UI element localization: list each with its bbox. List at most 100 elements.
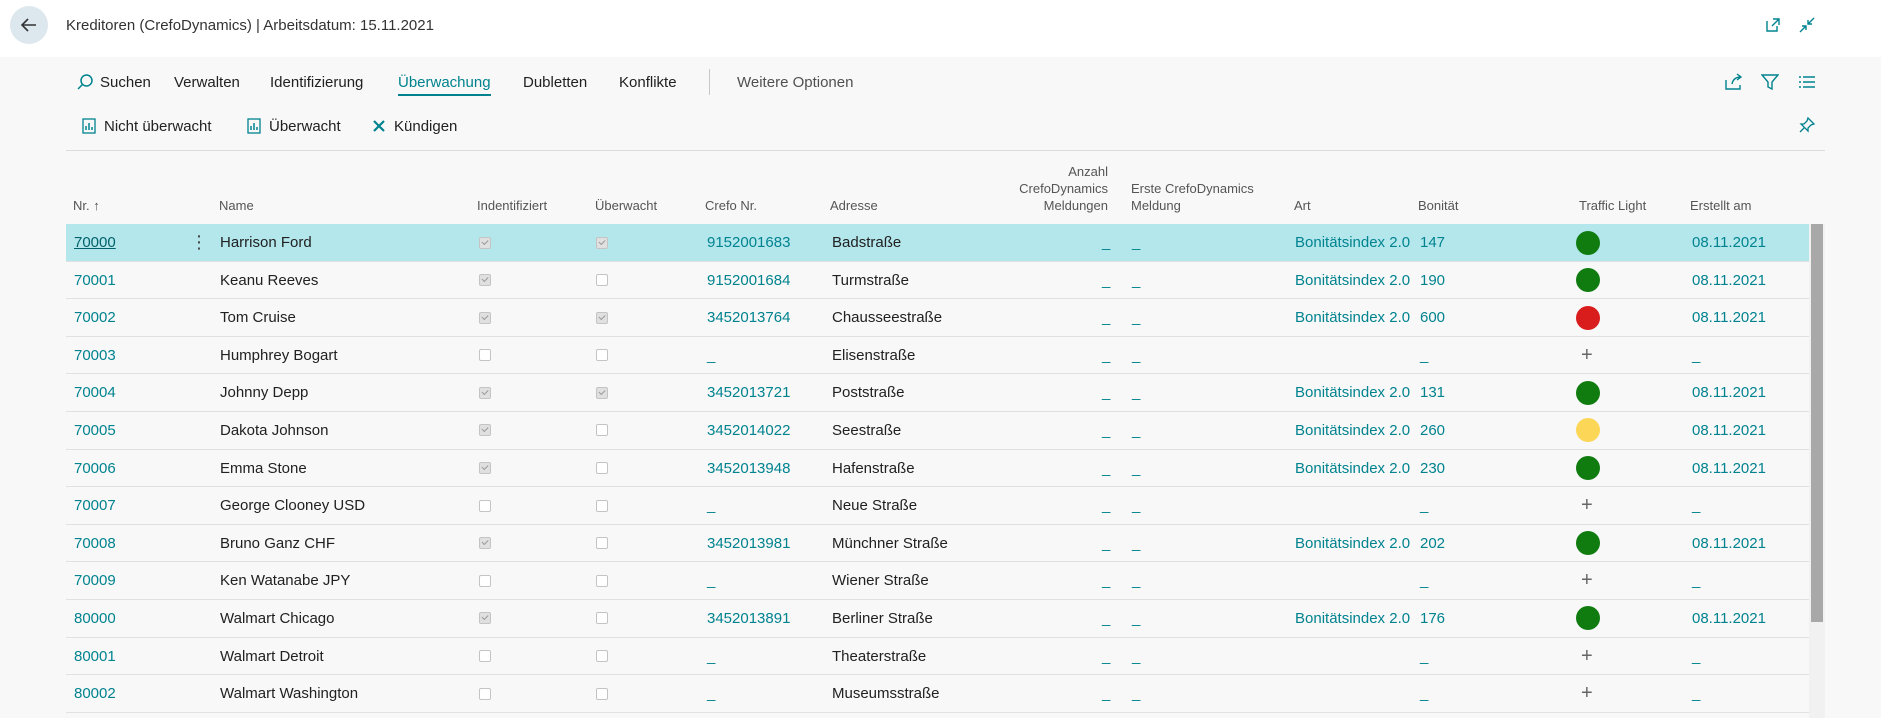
checkbox[interactable] <box>596 424 608 437</box>
checkbox[interactable] <box>596 537 608 550</box>
message-count-link[interactable]: _ <box>1102 562 1110 599</box>
first-message-link[interactable]: _ <box>1132 337 1140 374</box>
plus-icon[interactable]: + <box>1581 682 1593 705</box>
crefo-nr-link[interactable]: 3452013721 <box>707 374 790 411</box>
rating-type-link[interactable]: Bonitätsindex 2.0 <box>1295 374 1410 411</box>
first-message-link[interactable]: _ <box>1132 525 1140 562</box>
identified-checkbox[interactable] <box>479 450 491 487</box>
crefo-nr-link[interactable]: 9152001683 <box>707 224 790 261</box>
checkbox[interactable] <box>479 462 491 475</box>
first-message-link[interactable]: _ <box>1132 562 1140 599</box>
crefo-nr-link[interactable]: _ <box>707 675 715 712</box>
vendor-nr-link[interactable]: 70009 <box>74 562 116 599</box>
identified-checkbox[interactable] <box>479 675 491 712</box>
traffic-light[interactable]: + <box>1581 638 1593 675</box>
rating-type-link[interactable]: Bonitätsindex 2.0 <box>1295 412 1410 449</box>
first-message-link[interactable]: _ <box>1132 600 1140 637</box>
vendor-nr-link[interactable]: 70003 <box>74 337 116 374</box>
checkbox[interactable] <box>479 499 491 512</box>
first-message-link[interactable]: _ <box>1132 487 1140 524</box>
rating-link[interactable]: _ <box>1420 337 1428 374</box>
table-row[interactable]: 80001 Walmart Detroit _ Theaterstraße _ _ _ + _ <box>66 638 1809 676</box>
table-row[interactable]: 70002 Tom Cruise 3452013764 Chausseestraße _… <box>66 299 1809 337</box>
vendor-nr-link[interactable]: 70004 <box>74 374 116 411</box>
monitored-checkbox[interactable] <box>596 412 608 449</box>
message-count-link[interactable]: _ <box>1102 299 1110 336</box>
vendor-nr-link[interactable]: 80001 <box>74 638 116 675</box>
message-count-link[interactable]: _ <box>1102 525 1110 562</box>
checkbox[interactable] <box>596 274 608 287</box>
monitored-checkbox[interactable] <box>596 224 608 261</box>
checkbox[interactable] <box>479 537 491 550</box>
created-date[interactable]: 08.11.2021 <box>1692 525 1766 562</box>
rating-link[interactable]: 202 <box>1420 525 1445 562</box>
rating-link[interactable]: 176 <box>1420 600 1445 637</box>
identified-checkbox[interactable] <box>479 487 491 524</box>
identified-checkbox[interactable] <box>479 337 491 374</box>
rating-link[interactable]: 190 <box>1420 262 1445 299</box>
rating-link[interactable]: 147 <box>1420 224 1445 261</box>
checkbox[interactable] <box>479 574 491 587</box>
checkbox[interactable] <box>596 462 608 475</box>
plus-icon[interactable]: + <box>1581 494 1593 517</box>
more-options-button[interactable]: Weitere Optionen <box>737 64 853 100</box>
checkbox[interactable] <box>596 650 608 663</box>
created-date[interactable]: _ <box>1692 487 1700 524</box>
table-row[interactable]: 70006 Emma Stone 3452013948 Hafenstraße _ _ Bo… <box>66 450 1809 488</box>
open-in-new-window-button[interactable] <box>1762 14 1784 36</box>
collapse-button[interactable] <box>1796 14 1818 36</box>
plus-icon[interactable]: + <box>1581 569 1593 592</box>
message-count-link[interactable]: _ <box>1102 262 1110 299</box>
checkbox[interactable] <box>479 349 491 362</box>
tab-dubletten[interactable]: Dubletten <box>523 64 587 100</box>
checkbox[interactable] <box>596 499 608 512</box>
table-row[interactable]: 80000 Walmart Chicago 3452013891 Berliner S… <box>66 600 1809 638</box>
message-count-link[interactable]: _ <box>1102 600 1110 637</box>
rating-link[interactable]: 131 <box>1420 374 1445 411</box>
crefo-nr-link[interactable]: 3452013948 <box>707 450 790 487</box>
header-identified[interactable]: Indentifiziert <box>477 197 547 214</box>
vendor-nr-link[interactable]: 70006 <box>74 450 116 487</box>
rating-type-link[interactable]: Bonitätsindex 2.0 <box>1295 262 1410 299</box>
checkbox[interactable] <box>596 574 608 587</box>
created-date[interactable]: _ <box>1692 562 1700 599</box>
rating-type-link[interactable]: Bonitätsindex 2.0 <box>1295 600 1410 637</box>
identified-checkbox[interactable] <box>479 374 491 411</box>
monitored-checkbox[interactable] <box>596 337 608 374</box>
traffic-light[interactable]: + <box>1581 337 1593 374</box>
table-row[interactable]: 70003 Humphrey Bogart _ Elisenstraße _ _ _ + _ <box>66 337 1809 375</box>
monitored-checkbox[interactable] <box>596 525 608 562</box>
identified-checkbox[interactable] <box>479 562 491 599</box>
not-monitored-button[interactable]: Nicht überwacht <box>82 110 212 142</box>
header-address[interactable]: Adresse <box>830 197 878 214</box>
created-date[interactable]: 08.11.2021 <box>1692 374 1766 411</box>
monitored-checkbox[interactable] <box>596 262 608 299</box>
rating-type-link[interactable]: Bonitätsindex 2.0 <box>1295 299 1410 336</box>
table-row[interactable]: 70001 Keanu Reeves 9152001684 Turmstraße _ _ B… <box>66 262 1809 300</box>
tab-konflikte[interactable]: Konflikte <box>619 64 677 100</box>
monitored-checkbox[interactable] <box>596 487 608 524</box>
created-date[interactable]: 08.11.2021 <box>1692 412 1766 449</box>
checkbox[interactable] <box>596 687 608 700</box>
row-menu-button[interactable]: ⋮ <box>190 224 208 261</box>
monitored-checkbox[interactable] <box>596 675 608 712</box>
checkbox[interactable] <box>479 687 491 700</box>
crefo-nr-link[interactable]: 3452013981 <box>707 525 790 562</box>
vendor-nr-link[interactable]: 80000 <box>74 600 116 637</box>
traffic-light[interactable]: + <box>1581 487 1593 524</box>
checkbox[interactable] <box>479 386 491 399</box>
monitored-checkbox[interactable] <box>596 600 608 637</box>
tab-verwalten[interactable]: Verwalten <box>174 64 240 100</box>
identified-checkbox[interactable] <box>479 600 491 637</box>
checkbox[interactable] <box>479 311 491 324</box>
identified-checkbox[interactable] <box>479 525 491 562</box>
rating-link[interactable]: 600 <box>1420 299 1445 336</box>
message-count-link[interactable]: _ <box>1102 450 1110 487</box>
rating-type-link[interactable]: Bonitätsindex 2.0 <box>1295 525 1410 562</box>
back-button[interactable] <box>10 6 48 44</box>
header-nr[interactable]: Nr. ↑ <box>73 197 100 214</box>
checkbox[interactable] <box>596 386 608 399</box>
message-count-link[interactable]: _ <box>1102 374 1110 411</box>
vendor-nr-link[interactable]: 80002 <box>74 675 116 712</box>
message-count-link[interactable]: _ <box>1102 675 1110 712</box>
